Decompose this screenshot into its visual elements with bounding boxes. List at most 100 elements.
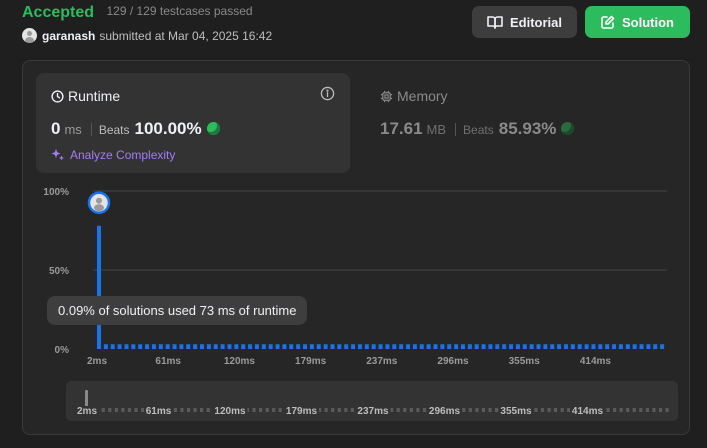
memory-header: Memory [380, 88, 448, 104]
chart-bar [117, 344, 122, 349]
runtime-beats-value: 100.00% [134, 119, 202, 138]
scrollbar-tick-label: 414ms [572, 406, 604, 417]
mini-bar [390, 408, 394, 412]
marker-avatar-body [93, 204, 104, 212]
mini-bar [344, 408, 348, 412]
chart-bar [618, 344, 623, 349]
chart-bar [344, 344, 349, 349]
mini-bar [554, 408, 558, 412]
mini-bar [567, 408, 571, 412]
chart-bar [364, 344, 369, 349]
mini-bar [134, 408, 138, 412]
chart-bar [440, 344, 445, 349]
runtime-distribution-chart[interactable]: 100% 50% 0% 2ms 61ms 120ms 179ms 237ms 296ms 355m… [23, 179, 691, 369]
scrollbar-tick-label: 179ms [286, 406, 318, 417]
mini-bar [488, 408, 492, 412]
chart-bar [591, 344, 596, 349]
chart-bar [371, 344, 376, 349]
mini-bar [613, 408, 617, 412]
sparkle-icon [51, 149, 64, 161]
chart-bar [220, 344, 225, 349]
mini-bar [206, 408, 210, 412]
analyze-complexity-link[interactable]: Analyze Complexity [51, 148, 175, 162]
mini-bar [481, 408, 486, 412]
memory-value: 17.61 [380, 119, 423, 138]
chart-bar [467, 344, 472, 349]
editorial-label: Editorial [509, 14, 562, 30]
chart-bar [316, 344, 321, 349]
chart-bar [447, 344, 452, 349]
mini-bar [632, 408, 636, 412]
runtime-header: Runtime [51, 88, 120, 104]
chip-icon [380, 90, 393, 102]
submitted-time: submitted at Mar 04, 2025 16:42 [99, 28, 273, 43]
chart-bar [625, 344, 630, 349]
book-icon [487, 16, 503, 29]
chart-bar [145, 344, 150, 349]
y-tick-label: 100% [43, 187, 69, 198]
chart-bar [605, 344, 610, 349]
mini-bar [639, 408, 643, 412]
info-icon[interactable] [320, 86, 335, 101]
chart-bar [639, 344, 644, 349]
marker-avatar-head [95, 197, 102, 204]
chart-bar [529, 344, 534, 349]
x-tick-label: 414ms [580, 356, 612, 367]
chart-bar [275, 344, 280, 349]
scrollbar-tick-label: 296ms [429, 406, 461, 417]
memory-metrics: 17.61 MB Beats 85.93% [380, 119, 575, 139]
chart-bar [124, 344, 129, 349]
edit-icon [601, 15, 615, 29]
chart-bar [378, 344, 383, 349]
y-tick-label: 50% [49, 266, 69, 277]
stats-panel: Runtime 0 ms Beats 100.00% Analyze Compl… [22, 60, 690, 435]
chart-bar [241, 344, 246, 349]
mini-bar [547, 408, 551, 412]
mini-bar [108, 408, 112, 412]
editorial-button[interactable]: Editorial [472, 6, 577, 38]
x-tick-label: 237ms [366, 356, 398, 367]
chart-bar [337, 344, 342, 349]
chart-bar [660, 344, 665, 349]
runtime-card[interactable]: Runtime 0 ms Beats 100.00% Analyze Compl… [36, 73, 350, 173]
chart-bar [502, 344, 507, 349]
mini-bar [652, 408, 656, 412]
mini-bar [193, 408, 197, 412]
chart-bar [103, 344, 108, 349]
chart-bar [261, 344, 266, 349]
chart-bar [200, 344, 204, 349]
chart-bar [426, 344, 431, 349]
mini-bar [475, 408, 479, 412]
runtime-metrics: 0 ms Beats 100.00% [51, 119, 220, 139]
chart-bar [557, 344, 562, 349]
memory-beats-label: Beats [463, 123, 494, 137]
runtime-beats-label: Beats [98, 123, 130, 137]
chart-bar [515, 344, 520, 349]
mini-bar [121, 408, 125, 412]
memory-card[interactable]: Memory 17.61 MB Beats 85.93% [365, 73, 665, 173]
memory-title: Memory [397, 88, 448, 104]
mini-bar [259, 408, 263, 412]
mini-bar [101, 408, 105, 412]
username[interactable]: garanash [42, 29, 95, 43]
chart-bar [632, 344, 637, 349]
chart-range-scrollbar[interactable]: 2ms 61ms 120ms 179ms 237ms 296ms 355ms 414ms [66, 381, 678, 421]
clock-icon [51, 89, 64, 103]
chart-bar [522, 344, 527, 349]
divider [455, 122, 457, 136]
solution-label: Solution [622, 14, 674, 30]
chart-bar [351, 344, 356, 349]
solution-button[interactable]: Solution [585, 6, 690, 38]
chart-bar [392, 344, 397, 349]
avatar[interactable] [22, 28, 37, 43]
mini-bar [658, 408, 663, 412]
runtime-unit: ms [64, 122, 82, 137]
chart-bar [138, 344, 143, 349]
chart-bar [460, 344, 465, 349]
chart-bar [158, 344, 163, 349]
mini-bar [350, 408, 354, 412]
scrollbar-tick-label: 61ms [146, 406, 172, 417]
chart-bar [282, 344, 287, 349]
x-tick-label: 120ms [224, 356, 256, 367]
mini-bar [200, 408, 204, 412]
